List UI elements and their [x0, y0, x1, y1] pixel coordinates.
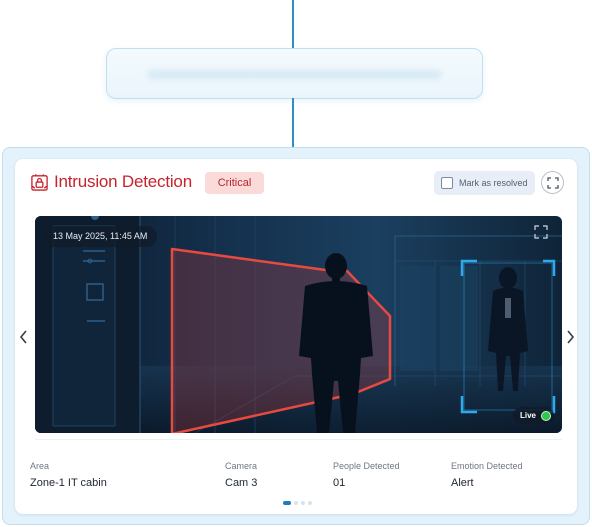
live-indicator: Live	[512, 407, 554, 424]
pagination-dots	[283, 501, 312, 505]
alert-title: Intrusion Detection	[54, 172, 192, 191]
detail-emotion: Emotion Detected Alert	[451, 461, 523, 489]
detail-value: Alert	[451, 477, 474, 489]
severity-badge: Critical	[205, 172, 264, 194]
detail-label: Emotion Detected	[451, 461, 523, 471]
live-label: Live	[519, 411, 536, 420]
pagination-dot[interactable]	[301, 501, 305, 505]
feed-fullscreen-icon[interactable]	[534, 225, 548, 239]
intrusion-stage: Intrusion Detection Critical Mark as res…	[0, 0, 592, 527]
pagination-dot[interactable]	[308, 501, 312, 505]
camera-feed-scene	[35, 216, 562, 433]
fullscreen-button[interactable]	[541, 171, 564, 194]
detail-label: Camera	[225, 461, 258, 471]
mark-resolved-checkbox[interactable]: Mark as resolved	[434, 171, 535, 195]
detail-label: People Detected	[333, 461, 400, 471]
connector-line-top	[292, 0, 294, 48]
feed-timestamp: 13 May 2025, 11:45 AM	[43, 226, 158, 247]
alert-card: Intrusion Detection Critical Mark as res…	[15, 159, 577, 514]
checkbox-box[interactable]	[441, 177, 453, 189]
connector-line-middle	[292, 98, 294, 148]
chevron-left-icon[interactable]	[19, 330, 29, 344]
blurred-text-placeholder	[147, 70, 442, 79]
chevron-right-icon[interactable]	[565, 330, 575, 344]
detail-label: Area	[30, 461, 50, 471]
pagination-dot[interactable]	[294, 501, 298, 505]
detail-people: People Detected 01	[333, 461, 400, 489]
section-divider	[35, 439, 562, 440]
pagination-dot-active[interactable]	[283, 501, 291, 505]
live-dot	[541, 410, 551, 421]
blurred-pill	[106, 48, 483, 99]
fullscreen-icon	[546, 176, 559, 189]
camera-feed[interactable]: 13 May 2025, 11:45 AM Live	[35, 216, 562, 433]
detail-value: 01	[333, 477, 346, 489]
detail-area: Area Zone-1 IT cabin	[30, 461, 107, 489]
detail-value: Zone-1 IT cabin	[30, 477, 107, 489]
mark-resolved-label: Mark as resolved	[459, 178, 528, 188]
detail-camera: Camera Cam 3	[225, 461, 257, 489]
detail-value: Cam 3	[225, 477, 258, 489]
intrusion-alert-icon	[31, 174, 48, 191]
